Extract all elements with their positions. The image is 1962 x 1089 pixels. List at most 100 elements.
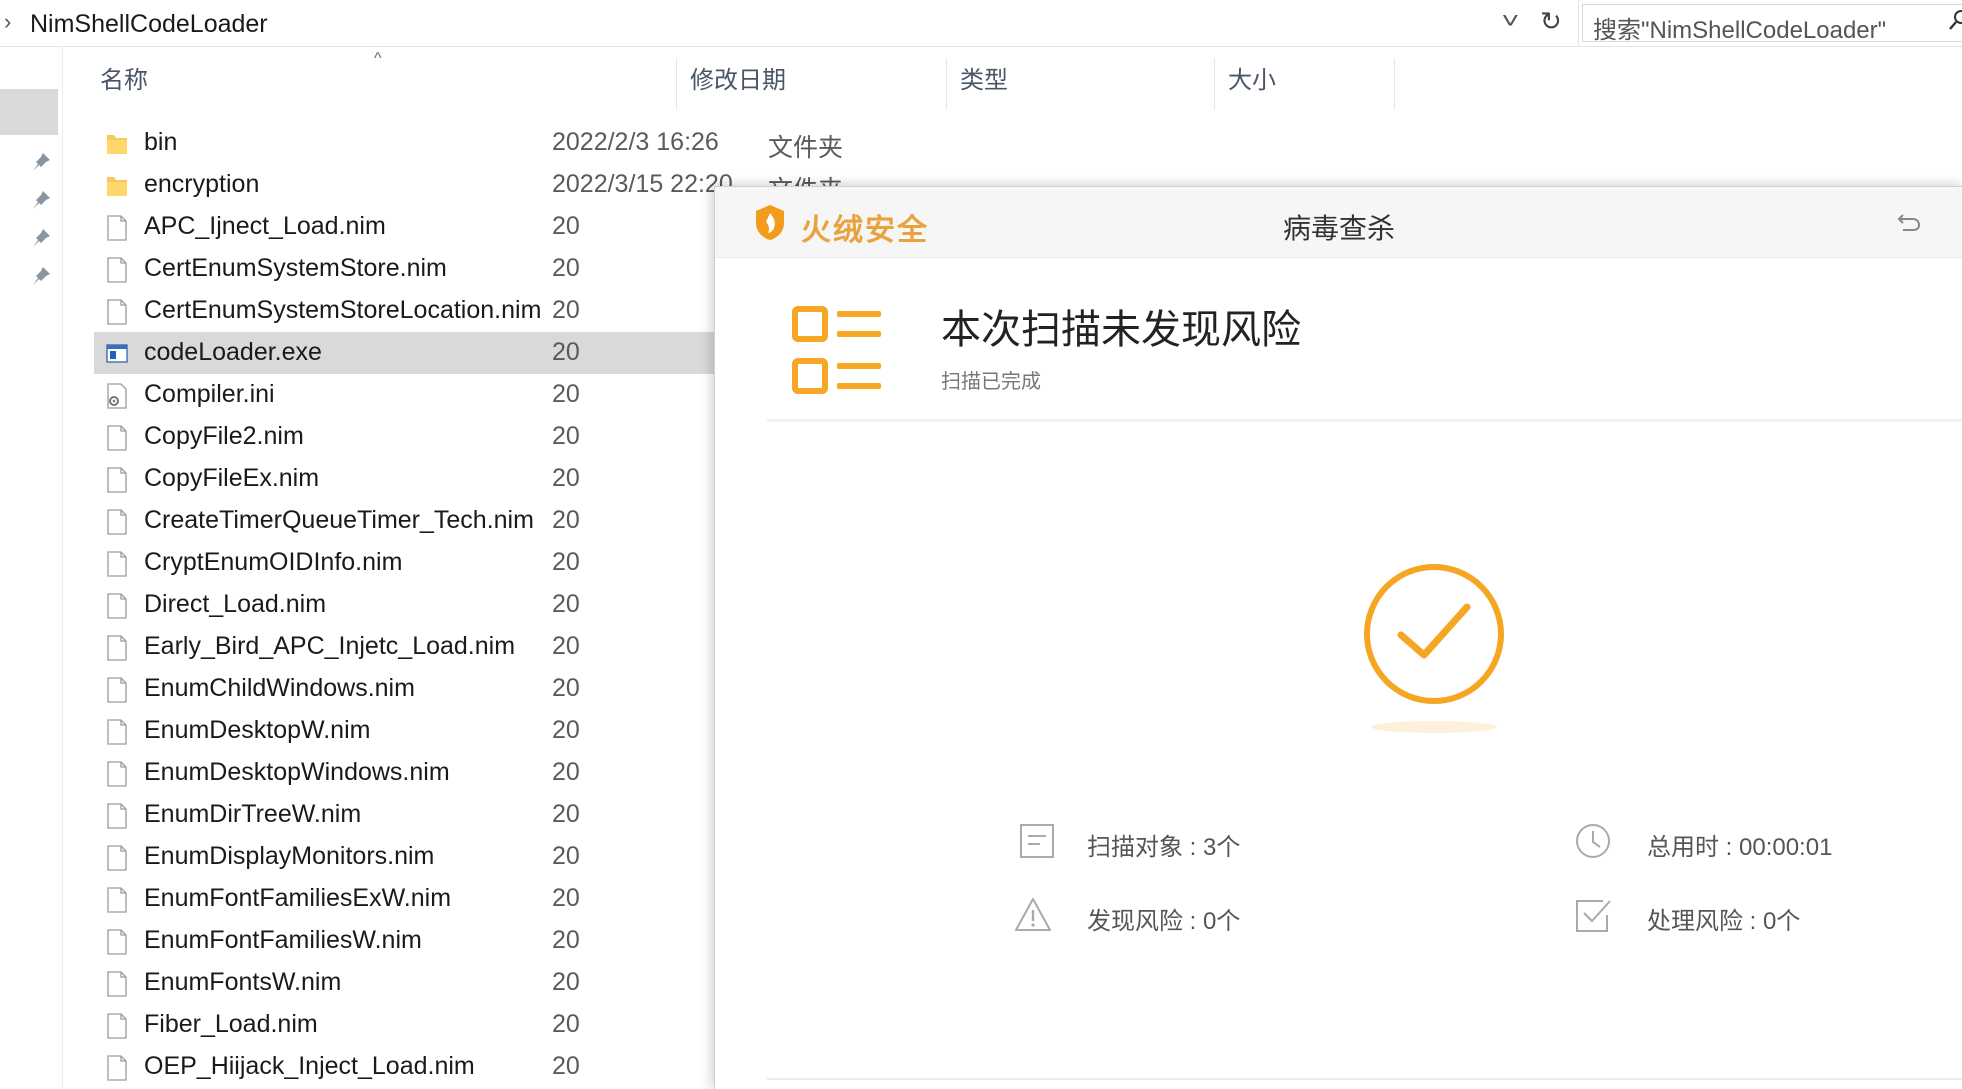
- file-name: EnumDirTreeW.nim: [144, 800, 362, 828]
- result-divider: [767, 419, 1962, 422]
- file-name: EnumFontsW.nim: [144, 968, 342, 996]
- file-name: CopyFileEx.nim: [144, 464, 320, 492]
- file-icon: [106, 971, 128, 997]
- file-row[interactable]: EnumFontsW.nim 20: [94, 962, 714, 1004]
- document-icon: [1020, 824, 1054, 858]
- file-row[interactable]: OEP_Hiijack_Inject_Load.nim 20: [94, 1046, 714, 1088]
- folder-icon: [106, 131, 128, 157]
- file-row[interactable]: Fiber_Load.nim 20: [94, 1004, 714, 1046]
- file-modified-date: 2022/2/3 16:26: [552, 128, 719, 156]
- file-name: Fiber_Load.nim: [144, 1010, 318, 1038]
- file-modified-date: 20: [552, 968, 580, 996]
- file-row[interactable]: CryptEnumOIDInfo.nim 20: [94, 542, 714, 584]
- file-modified-date: 20: [552, 212, 580, 240]
- file-modified-date: 20: [552, 926, 580, 954]
- result-title: 本次扫描未发现风险: [941, 308, 1301, 352]
- file-row[interactable]: APC_Ijnect_Load.nim 20: [94, 206, 714, 248]
- refresh-icon[interactable]: ↻: [1540, 6, 1562, 37]
- file-row[interactable]: CreateTimerQueueTimer_Tech.nim 20: [94, 500, 714, 542]
- file-name: Direct_Load.nim: [144, 590, 327, 618]
- file-name: EnumFontFamiliesW.nim: [144, 926, 422, 954]
- file-name: codeLoader.exe: [144, 338, 322, 366]
- clock-icon: [1576, 824, 1610, 858]
- file-icon: [106, 887, 128, 913]
- file-row[interactable]: CertEnumSystemStoreLocation.nim 20: [94, 290, 714, 332]
- checkbox-checked-icon: [1576, 900, 1611, 932]
- file-name: bin: [144, 128, 178, 156]
- back-icon[interactable]: [1895, 207, 1923, 235]
- file-icon: [106, 761, 128, 787]
- file-name: Compiler.ini: [144, 380, 275, 408]
- file-type: 文件夹: [768, 134, 844, 162]
- file-row[interactable]: CopyFileEx.nim 20: [94, 458, 714, 500]
- file-modified-date: 20: [552, 296, 580, 324]
- column-header-modified[interactable]: 修改日期: [690, 60, 786, 95]
- result-subtitle: 扫描已完成: [941, 371, 1041, 393]
- search-input[interactable]: 搜索"NimShellCodeLoader": [1582, 4, 1962, 44]
- file-icon: [106, 803, 128, 829]
- file-name: CryptEnumOIDInfo.nim: [144, 548, 403, 576]
- file-icon: [106, 509, 128, 535]
- file-modified-date: 20: [552, 1010, 580, 1038]
- column-divider[interactable]: [946, 58, 947, 110]
- column-header-size[interactable]: 大小: [1228, 60, 1276, 95]
- file-name: CertEnumSystemStore.nim: [144, 254, 447, 282]
- file-icon: [106, 593, 128, 619]
- file-row[interactable]: EnumFontFamiliesW.nim 20: [94, 920, 714, 962]
- chevron-right-icon[interactable]: ›: [4, 9, 11, 35]
- file-name: APC_Ijnect_Load.nim: [144, 212, 386, 240]
- file-row[interactable]: EnumFontFamiliesExW.nim 20: [94, 878, 714, 920]
- file-row[interactable]: CertEnumSystemStore.nim 20: [94, 248, 714, 290]
- address-path[interactable]: NimShellCodeLoader: [30, 10, 268, 39]
- ini-icon: [106, 383, 128, 409]
- column-header-name[interactable]: 名称: [100, 60, 148, 95]
- file-icon: [106, 299, 128, 325]
- file-name: CertEnumSystemStoreLocation.nim: [144, 296, 542, 324]
- file-modified-date: 20: [552, 674, 580, 702]
- file-icon: [106, 635, 128, 661]
- file-row[interactable]: codeLoader.exe 20: [94, 332, 714, 374]
- file-row[interactable]: EnumChildWindows.nim 20: [94, 668, 714, 710]
- file-row[interactable]: EnumDesktopW.nim 20: [94, 710, 714, 752]
- pin-icon[interactable]: [30, 189, 52, 211]
- file-modified-date: 20: [552, 1052, 580, 1080]
- file-modified-date: 20: [552, 380, 580, 408]
- file-modified-date: 20: [552, 632, 580, 660]
- security-popup: 火绒安全 病毒查杀 本次扫描未发现风险 扫描已完成 扫描对象 : 3个 总用时 …: [714, 186, 1962, 1089]
- file-name: encryption: [144, 170, 260, 198]
- file-row[interactable]: EnumDesktopWindows.nim 20: [94, 752, 714, 794]
- pin-icon[interactable]: [30, 227, 52, 249]
- file-row[interactable]: Direct_Load.nim 20: [94, 584, 714, 626]
- file-modified-date: 20: [552, 590, 580, 618]
- file-row[interactable]: EnumDisplayMonitors.nim 20: [94, 836, 714, 878]
- file-row[interactable]: EnumDirTreeW.nim 20: [94, 794, 714, 836]
- pin-icon[interactable]: [30, 151, 52, 173]
- navigation-pane: [0, 47, 63, 1088]
- check-circle-icon: [1364, 564, 1504, 704]
- file-row[interactable]: CopyFile2.nim 20: [94, 416, 714, 458]
- pin-icon[interactable]: [30, 265, 52, 287]
- file-icon: [106, 1055, 128, 1081]
- address-bar: › NimShellCodeLoader ˅ ↻ 搜索"NimShellCode…: [0, 0, 1962, 47]
- file-row[interactable]: encryption2022/3/15 22:20文件夹: [94, 164, 843, 206]
- file-name: EnumFontFamiliesExW.nim: [144, 884, 452, 912]
- column-divider[interactable]: [1394, 58, 1395, 110]
- file-modified-date: 2022/3/15 22:20: [552, 170, 733, 198]
- file-name: CreateTimerQueueTimer_Tech.nim: [144, 506, 534, 534]
- file-icon: [106, 257, 128, 283]
- file-icon: [106, 215, 128, 241]
- file-row[interactable]: bin 2022/2/3 16:26 文件夹: [94, 122, 843, 164]
- column-header-type[interactable]: 类型: [960, 60, 1008, 95]
- sort-ascending-icon: ^: [374, 50, 382, 67]
- file-modified-date: 20: [552, 548, 580, 576]
- nav-selected-item[interactable]: [0, 89, 58, 135]
- file-name: EnumDisplayMonitors.nim: [144, 842, 435, 870]
- file-modified-date: 20: [552, 254, 580, 282]
- column-divider[interactable]: [1214, 58, 1215, 110]
- file-name: EnumDesktopWindows.nim: [144, 758, 450, 786]
- file-row[interactable]: Early_Bird_APC_Injetc_Load.nim 20: [94, 626, 714, 668]
- column-divider[interactable]: [676, 58, 677, 110]
- file-row[interactable]: Compiler.ini 20: [94, 374, 714, 416]
- chevron-down-icon[interactable]: ˅: [1501, 8, 1519, 34]
- file-modified-date: 20: [552, 842, 580, 870]
